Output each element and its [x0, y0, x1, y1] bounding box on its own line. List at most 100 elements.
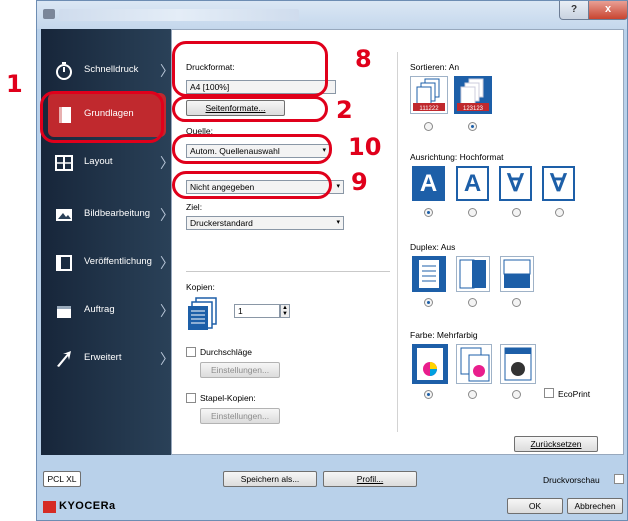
kyocera-logo-icon	[43, 501, 56, 513]
orientation-landscape-rotated[interactable]: ∀	[542, 166, 575, 201]
reset-button[interactable]: Zurücksetzen	[514, 436, 598, 452]
color-mono-icon	[504, 347, 532, 381]
orientation-portrait-rotated[interactable]: ∀	[499, 166, 532, 201]
sidebar-item-label: Layout	[84, 156, 113, 167]
duplex-short-icon	[503, 259, 531, 288]
layout-icon	[55, 155, 73, 171]
collate-off-text: 111222	[419, 106, 439, 112]
duplex-label: Duplex: Aus	[410, 242, 456, 252]
orientation-radio-3[interactable]	[512, 208, 521, 217]
stack-on-icon: 123123	[457, 78, 489, 112]
kopien-input[interactable]: 1	[234, 304, 280, 318]
help-button[interactable]: ?	[559, 1, 589, 20]
save-as-button[interactable]: Speichern als...	[223, 471, 317, 487]
sort-off-option[interactable]: 111222	[410, 76, 448, 114]
orientation-radio-4[interactable]	[555, 208, 564, 217]
ausrichtung-label: Ausrichtung: Hochformat	[410, 152, 504, 162]
orientation-portrait[interactable]: A	[412, 166, 445, 201]
sidebar-item-veroeffentlichung[interactable]: Veröffentlichung 〉	[41, 241, 174, 285]
color-radio-3[interactable]	[512, 390, 521, 399]
highlight-oval-9	[172, 171, 332, 199]
color-radio-1[interactable]	[424, 390, 433, 399]
duplex-short-option[interactable]	[500, 256, 534, 292]
ecoprint-checkbox[interactable]	[544, 388, 554, 398]
step-number-8: 8	[355, 45, 372, 73]
kopien-label: Kopien:	[186, 282, 215, 292]
color-full-option[interactable]	[412, 344, 448, 384]
profile-label: Profil...	[356, 474, 384, 484]
color-auto-icon	[460, 347, 490, 382]
copies-icon	[188, 297, 217, 330]
cancel-button[interactable]: Abbrechen	[567, 498, 623, 514]
brand-label: KYOCERa	[59, 500, 116, 512]
cancel-label: Abbrechen	[574, 501, 616, 511]
separator	[186, 271, 390, 272]
title-bar: ? x	[37, 1, 628, 29]
duplex-radio-3[interactable]	[512, 298, 521, 307]
kopien-spinner[interactable]: ▲ ▼	[280, 304, 290, 318]
sort-on-radio[interactable]	[468, 122, 477, 131]
durchschlaege-settings-button[interactable]: Einstellungen...	[200, 362, 280, 378]
durchschlaege-checkbox[interactable]	[186, 347, 196, 357]
sidebar-item-erweitert[interactable]: Erweitert 〉	[41, 337, 174, 381]
printer-icon	[43, 9, 55, 19]
duplex-radio-2[interactable]	[468, 298, 477, 307]
reset-label: Zurücksetzen	[530, 439, 582, 449]
window-title	[59, 9, 299, 21]
stopwatch-icon	[56, 62, 72, 80]
sort-on-option[interactable]: 123123	[454, 76, 492, 114]
pcl-xl-badge: PCL XL	[43, 471, 81, 487]
orientation-landscape[interactable]: A	[456, 166, 489, 201]
sidebar-item-layout[interactable]: Layout 〉	[41, 141, 174, 185]
sidebar-item-label: Auftrag	[84, 304, 115, 315]
highlight-oval-8	[172, 41, 328, 97]
duplex-radio-1[interactable]	[424, 298, 433, 307]
sidebar-item-schnelldruck[interactable]: Schnelldruck 〉	[41, 49, 174, 93]
step-number-9: 9	[351, 168, 368, 196]
step-number-1: 1	[6, 70, 23, 98]
driver-label: PCL XL	[47, 474, 77, 484]
landscape-rotated-glyph: ∀	[550, 170, 567, 197]
sort-off-radio[interactable]	[424, 122, 433, 131]
durchschlaege-label: Durchschläge	[200, 347, 252, 357]
kopien-value: 1	[238, 306, 243, 316]
print-dialog-window: ? x Schnelldruck 〉 Grundlagen Layout 〉 B…	[36, 0, 628, 521]
preview-checkbox[interactable]	[614, 474, 624, 484]
step-number-2: 2	[336, 96, 353, 124]
landscape-glyph: A	[463, 170, 482, 197]
chevron-down-icon: ▾	[336, 219, 340, 226]
sidebar-item-auftrag[interactable]: Auftrag 〉	[41, 289, 174, 333]
collate-on-text: 123123	[463, 106, 484, 112]
profile-button[interactable]: Profil...	[323, 471, 417, 487]
job-icon	[57, 306, 71, 318]
color-radio-2[interactable]	[468, 390, 477, 399]
color-auto-option[interactable]	[456, 344, 492, 384]
stapel-kopien-label: Stapel-Kopien:	[200, 393, 256, 403]
color-mono-option[interactable]	[500, 344, 536, 384]
ziel-value: Druckerstandard	[190, 218, 253, 228]
farbe-label: Farbe: Mehrfarbig	[410, 330, 478, 340]
ecoprint-label: EcoPrint	[558, 389, 591, 399]
stapel-settings-button[interactable]: Einstellungen...	[200, 408, 280, 424]
orientation-radio-2[interactable]	[468, 208, 477, 217]
close-button[interactable]: x	[588, 1, 628, 20]
preview-label: Druckvorschau	[543, 475, 600, 485]
duplex-long-option[interactable]	[456, 256, 490, 292]
chevron-down-icon: ▾	[336, 183, 340, 190]
duplex-off-option[interactable]	[412, 256, 446, 292]
sidebar-item-bildbearbeitung[interactable]: Bildbearbeitung 〉	[41, 193, 174, 237]
sidebar-item-label: Veröffentlichung	[84, 256, 152, 267]
arrow-icon	[57, 351, 71, 367]
sidebar-item-label: Schnelldruck	[84, 64, 139, 75]
stack-off-icon: 111222	[413, 78, 445, 112]
save-as-label: Speichern als...	[240, 474, 300, 484]
ziel-select[interactable]: Druckerstandard ▾	[186, 216, 344, 230]
sidebar-item-label: Bildbearbeitung	[84, 208, 151, 219]
ok-label: OK	[528, 501, 542, 511]
orientation-radio-1[interactable]	[424, 208, 433, 217]
stapel-kopien-checkbox[interactable]	[186, 393, 196, 403]
ok-button[interactable]: OK	[507, 498, 563, 514]
highlight-oval-10	[172, 134, 332, 164]
portrait-rotated-glyph: ∀	[507, 170, 524, 197]
portrait-glyph: A	[419, 170, 438, 197]
